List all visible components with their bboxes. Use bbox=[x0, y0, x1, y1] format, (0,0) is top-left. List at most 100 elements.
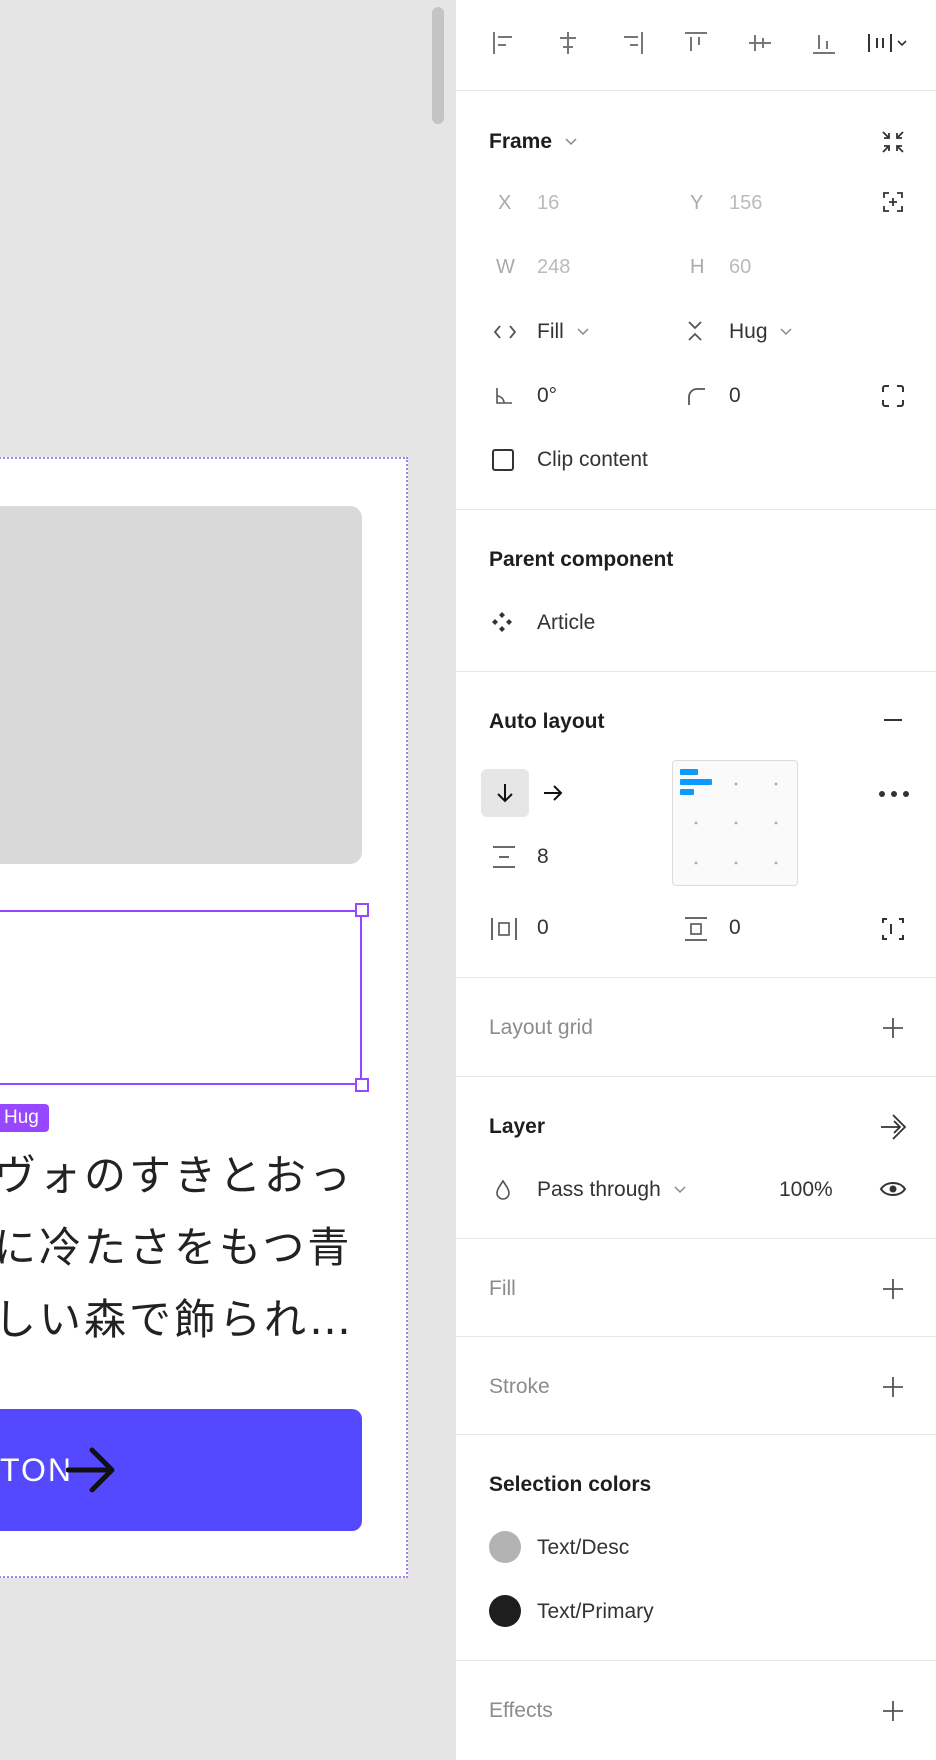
image-placeholder[interactable] bbox=[0, 506, 362, 864]
align-top-icon[interactable] bbox=[678, 25, 714, 61]
blend-mode-label: Pass through bbox=[537, 1178, 661, 1201]
arrow-right-icon bbox=[544, 785, 563, 801]
clip-content-label[interactable]: Clip content bbox=[537, 448, 648, 472]
color-style-name[interactable]: Text/Desc bbox=[537, 1536, 629, 1560]
align-bottom-icon[interactable] bbox=[806, 25, 842, 61]
frame-title[interactable]: Frame bbox=[489, 130, 578, 154]
selected-frame[interactable] bbox=[0, 910, 362, 1085]
add-layout-grid-icon[interactable] bbox=[879, 1014, 907, 1042]
properties-panel: Frame X 16 Y 156 W 248 H 60 Fill Hug 0° … bbox=[455, 0, 936, 1760]
description-line: に冷たさをもつ青 bbox=[0, 1223, 353, 1272]
align-right-icon[interactable] bbox=[614, 25, 650, 61]
color-swatch[interactable] bbox=[489, 1531, 521, 1563]
component-icon bbox=[489, 609, 515, 635]
blend-mode-drop-icon bbox=[492, 1178, 514, 1202]
height-mode-dropdown[interactable]: Hug bbox=[729, 320, 793, 344]
h-field[interactable]: 60 bbox=[729, 256, 751, 279]
clip-content-checkbox[interactable] bbox=[492, 449, 514, 471]
selection-colors-section: Selection colors Text/Desc Text/Primary bbox=[456, 1435, 936, 1661]
x-label: X bbox=[498, 192, 512, 214]
fill-title: Fill bbox=[489, 1277, 516, 1300]
corner-radius-field[interactable]: 0 bbox=[729, 384, 741, 408]
align-vertical-center-icon[interactable] bbox=[742, 25, 778, 61]
stroke-section: Stroke bbox=[456, 1337, 936, 1435]
fill-section: Fill bbox=[456, 1239, 936, 1337]
resize-handle-bottom-right[interactable] bbox=[355, 1078, 369, 1092]
y-label: Y bbox=[690, 192, 704, 214]
go-to-main-icon[interactable] bbox=[877, 1111, 909, 1143]
auto-layout-title: Auto layout bbox=[489, 710, 605, 733]
auto-layout-section: Auto layout 8 0 0 bbox=[456, 672, 936, 978]
selection-colors-title: Selection colors bbox=[489, 1473, 652, 1496]
horizontal-direction-button[interactable] bbox=[529, 769, 577, 817]
x-field[interactable]: 16 bbox=[537, 192, 559, 215]
independent-corners-icon[interactable] bbox=[879, 382, 907, 410]
align-left-icon[interactable] bbox=[486, 25, 522, 61]
chevron-down-icon bbox=[565, 138, 577, 146]
w-field[interactable]: 248 bbox=[537, 256, 570, 279]
eye-icon[interactable] bbox=[877, 1175, 909, 1203]
w-label: W bbox=[496, 256, 515, 278]
rotation-field[interactable]: 0° bbox=[537, 384, 557, 408]
parent-component-title: Parent component bbox=[489, 548, 674, 571]
resize-handle-top-right[interactable] bbox=[355, 903, 369, 917]
align-bar-short bbox=[680, 769, 698, 775]
align-bar-long bbox=[680, 779, 712, 785]
effects-title: Effects bbox=[489, 1699, 553, 1722]
add-fill-icon[interactable] bbox=[879, 1275, 907, 1303]
add-stroke-icon[interactable] bbox=[879, 1373, 907, 1401]
distribute-dropdown-icon[interactable] bbox=[864, 25, 914, 61]
width-mode-dropdown[interactable]: Fill bbox=[537, 320, 590, 344]
parent-component-link[interactable]: Article bbox=[537, 611, 595, 635]
h-label: H bbox=[690, 256, 705, 278]
cta-button-label: TON bbox=[0, 1452, 73, 1488]
layout-grid-section: Layout grid bbox=[456, 978, 936, 1077]
arrow-down-icon bbox=[497, 784, 513, 803]
item-spacing-icon bbox=[490, 843, 518, 871]
vertical-padding-icon bbox=[682, 915, 710, 943]
align-horizontal-center-icon[interactable] bbox=[550, 25, 586, 61]
focus-frame-icon[interactable] bbox=[879, 188, 907, 216]
more-options-icon[interactable] bbox=[877, 780, 911, 808]
rotation-icon bbox=[492, 384, 516, 408]
collapse-frame-icon[interactable] bbox=[877, 126, 909, 158]
vertical-padding-field[interactable]: 0 bbox=[729, 916, 741, 940]
layer-section: Layer Pass through 100% bbox=[456, 1077, 936, 1239]
hug-size-badge: Hug bbox=[0, 1104, 49, 1132]
description-line: しい森で飾られ… bbox=[0, 1295, 355, 1344]
description-text[interactable]: ヴォのすきとおっ に冷たさをもつ青 しい森で飾られ… bbox=[0, 1140, 364, 1356]
horizontal-resize-icon bbox=[492, 320, 518, 344]
add-effect-icon[interactable] bbox=[879, 1697, 907, 1725]
chevron-down-icon bbox=[577, 328, 589, 336]
layer-title: Layer bbox=[489, 1115, 546, 1138]
horizontal-padding-field[interactable]: 0 bbox=[537, 916, 549, 940]
alignment-toolbar bbox=[456, 0, 936, 91]
color-swatch[interactable] bbox=[489, 1595, 521, 1627]
chevron-down-icon bbox=[780, 328, 792, 336]
vertical-resize-icon bbox=[683, 318, 707, 344]
canvas-scrollbar[interactable] bbox=[432, 7, 444, 124]
cta-button[interactable]: TON bbox=[0, 1409, 362, 1531]
horizontal-padding-icon bbox=[489, 915, 519, 943]
frame-title-label: Frame bbox=[489, 130, 553, 153]
arrow-right-icon bbox=[65, 1446, 118, 1499]
corner-radius-icon bbox=[684, 384, 708, 408]
width-mode-label: Fill bbox=[537, 320, 564, 343]
align-bar-mini bbox=[680, 789, 694, 795]
height-mode-label: Hug bbox=[729, 320, 768, 343]
layout-grid-title: Layout grid bbox=[489, 1016, 593, 1039]
individual-padding-icon[interactable] bbox=[879, 915, 907, 943]
frame-section: Frame X 16 Y 156 W 248 H 60 Fill Hug 0° … bbox=[456, 90, 936, 510]
alignment-picker[interactable] bbox=[672, 760, 798, 886]
design-canvas[interactable]: Hug ヴォのすきとおっ に冷たさをもつ青 しい森で飾られ… TON bbox=[0, 0, 455, 1760]
parent-component-section: Parent component Article bbox=[456, 510, 936, 672]
opacity-field[interactable]: 100% bbox=[779, 1178, 833, 1202]
effects-section: Effects bbox=[456, 1661, 936, 1760]
blend-mode-dropdown[interactable]: Pass through bbox=[537, 1178, 687, 1202]
y-field[interactable]: 156 bbox=[729, 192, 762, 215]
item-spacing-field[interactable]: 8 bbox=[537, 845, 549, 869]
color-style-name[interactable]: Text/Primary bbox=[537, 1600, 654, 1624]
vertical-direction-button[interactable] bbox=[481, 769, 529, 817]
chevron-down-icon bbox=[674, 1186, 686, 1194]
remove-auto-layout-icon[interactable] bbox=[879, 706, 907, 734]
